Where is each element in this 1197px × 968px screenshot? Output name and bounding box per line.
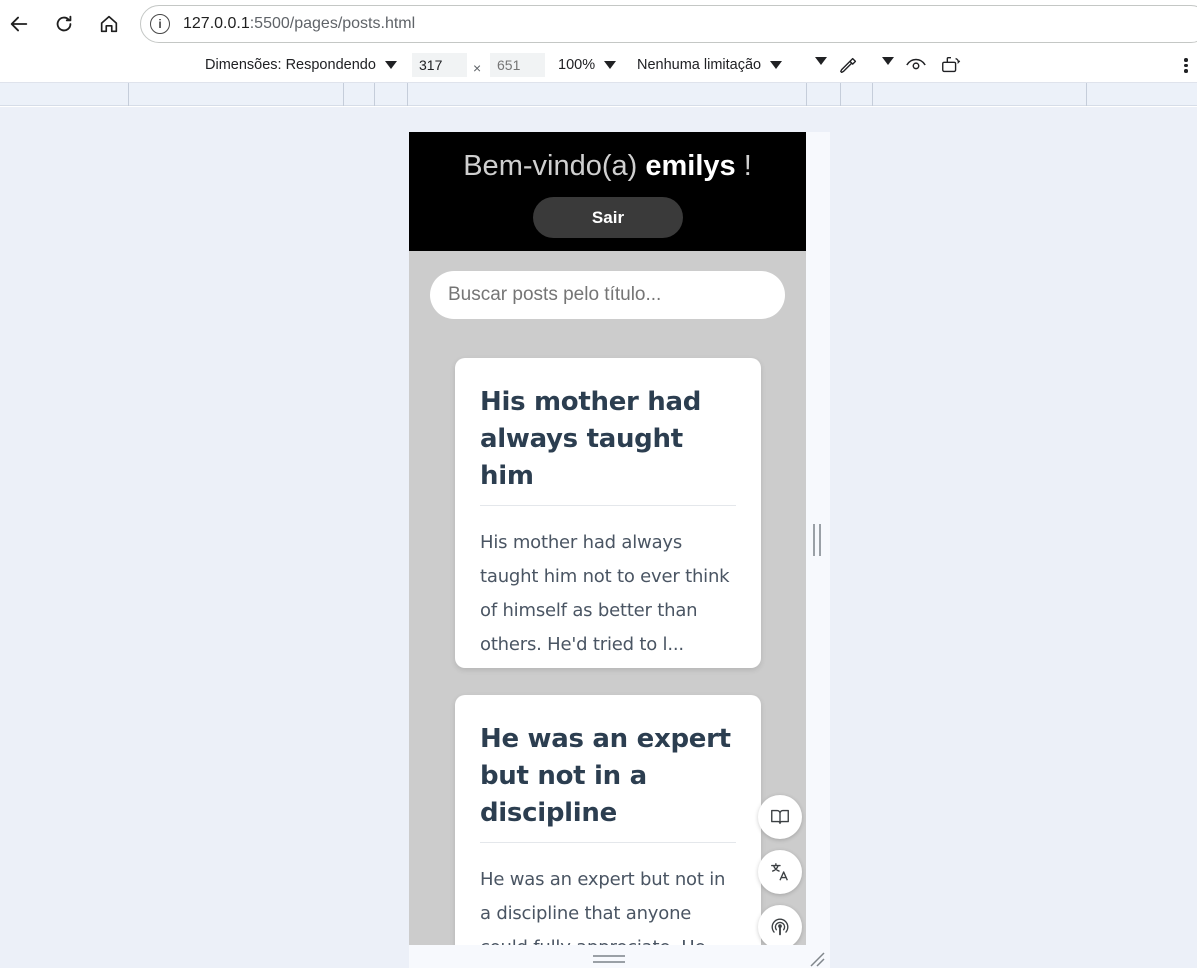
welcome-suffix: !: [743, 150, 752, 182]
home-button[interactable]: [95, 10, 123, 38]
cast-button[interactable]: [758, 905, 802, 945]
corner-resize-icon[interactable]: [809, 951, 825, 967]
site-info-icon[interactable]: i: [150, 14, 170, 34]
reading-mode-button[interactable]: [758, 795, 802, 839]
chevron-down-icon: [604, 61, 617, 69]
eyedropper-icon: [840, 57, 857, 74]
reload-button[interactable]: [50, 10, 78, 38]
username: emilys: [645, 150, 736, 182]
post-excerpt: He was an expert but not in a discipline…: [480, 869, 726, 945]
width-input[interactable]: [412, 53, 467, 77]
rotate-device-icon: [942, 56, 961, 73]
post-title: His mother had always taught him: [480, 384, 736, 506]
rotate-button[interactable]: [939, 53, 963, 77]
welcome-prefix: Bem-vindo(a): [463, 150, 638, 182]
book-icon: [771, 809, 789, 825]
eyedropper-dropdown[interactable]: [873, 57, 894, 65]
more-options-dropdown[interactable]: [806, 57, 827, 65]
media-query-bar[interactable]: [0, 83, 1197, 106]
post-excerpt: His mother had always taught him not to …: [480, 532, 730, 655]
address-bar[interactable]: i 127.0.0.1:5500/pages/posts.html: [140, 5, 1197, 43]
device-bottom-resize-rail[interactable]: [409, 945, 830, 968]
post-card[interactable]: His mother had always taught him His mot…: [455, 358, 761, 668]
post-title: He was an expert but not in a discipline: [480, 721, 736, 843]
welcome-message: Bem-vindo(a) emilys !: [409, 150, 806, 183]
eye-icon: [906, 58, 926, 70]
dimensions-dropdown[interactable]: Dimensões: Respondendo: [205, 57, 397, 73]
url-host: 127.0.0.1: [183, 15, 250, 32]
browser-toolbar: i 127.0.0.1:5500/pages/posts.html: [0, 0, 1197, 48]
times-symbol: ×: [473, 60, 482, 76]
translate-icon: [771, 863, 788, 881]
search-input[interactable]: [430, 271, 785, 319]
throttling-dropdown[interactable]: Nenhuma limitação: [637, 57, 783, 73]
site-header: Bem-vindo(a) emilys ! Sair: [409, 132, 806, 251]
device-viewport: Bem-vindo(a) emilys ! Sair His mother ha…: [409, 132, 806, 945]
more-vert-icon[interactable]: [1182, 56, 1190, 76]
back-button[interactable]: [5, 10, 33, 38]
chevron-down-icon: [384, 61, 397, 69]
chevron-down-icon: [770, 61, 783, 69]
throttling-label: Nenhuma limitação: [637, 57, 762, 73]
resize-handle-icon[interactable]: [813, 524, 821, 556]
dimensions-label: Dimensões: Respondendo: [205, 57, 376, 73]
height-input[interactable]: [490, 53, 545, 77]
eyedropper-button[interactable]: [837, 53, 861, 77]
logout-button[interactable]: Sair: [533, 197, 683, 238]
device-toolbar: Dimensões: Respondendo × 100% Nenhuma li…: [0, 48, 1197, 83]
back-arrow-icon: [10, 16, 28, 32]
device-right-resize-rail[interactable]: [806, 132, 830, 945]
chevron-down-icon: [882, 57, 894, 65]
post-card[interactable]: He was an expert but not in a discipline…: [455, 695, 761, 945]
zoom-label: 100%: [558, 57, 596, 73]
url-text[interactable]: 127.0.0.1:5500/pages/posts.html: [183, 15, 415, 33]
zoom-dropdown[interactable]: 100%: [558, 57, 617, 73]
resize-handle-icon[interactable]: [593, 955, 625, 963]
vision-deficiency-button[interactable]: [904, 53, 928, 77]
chevron-down-icon: [815, 57, 827, 65]
reload-icon: [56, 15, 72, 32]
podcast-icon: [771, 918, 789, 936]
url-path: :5500/pages/posts.html: [249, 15, 416, 32]
translate-button[interactable]: [758, 850, 802, 894]
home-icon: [100, 15, 118, 33]
